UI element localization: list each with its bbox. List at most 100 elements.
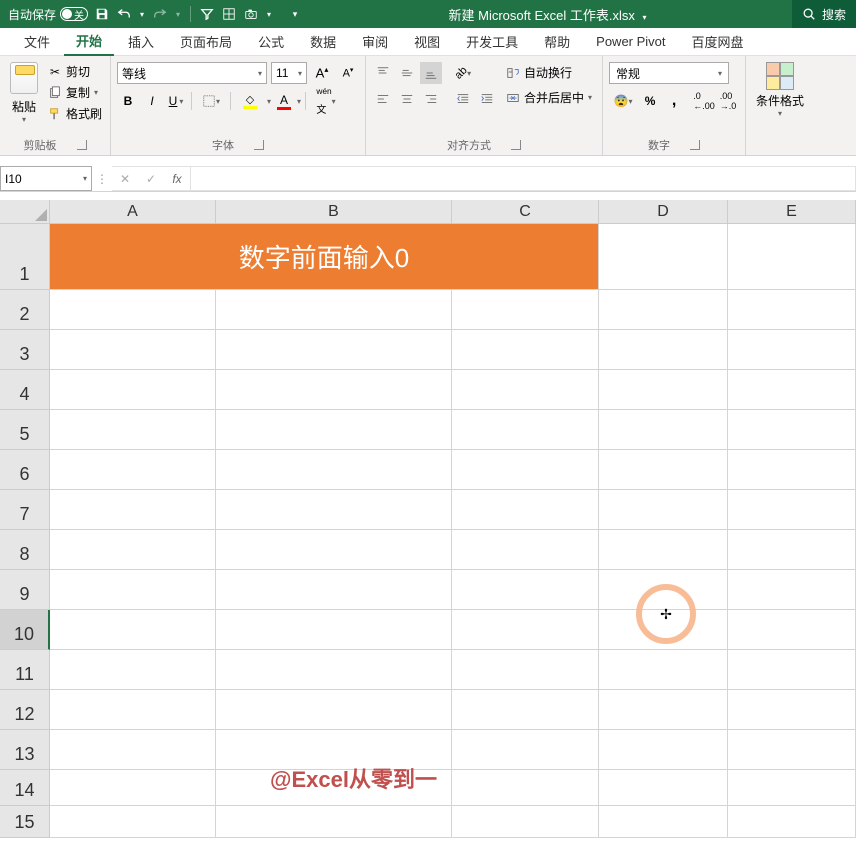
row-header-12[interactable]: 12 (0, 690, 50, 730)
cell-A11[interactable] (50, 650, 216, 690)
increase-font-button[interactable]: A▴ (311, 62, 333, 84)
cell-C10[interactable] (452, 610, 599, 650)
cell-D5[interactable] (599, 410, 728, 450)
format-painter-button[interactable]: 格式刷 (46, 104, 104, 123)
row-header-7[interactable]: 7 (0, 490, 50, 530)
cell-A15[interactable] (50, 806, 216, 838)
name-box[interactable]: I10 ▾ (0, 166, 92, 191)
fx-button[interactable]: fx (164, 167, 190, 191)
redo-icon[interactable] (152, 6, 168, 22)
tab-developer[interactable]: 开发工具 (454, 28, 530, 56)
border-icon[interactable] (221, 6, 237, 22)
tab-help[interactable]: 帮助 (532, 28, 582, 56)
formula-input[interactable] (191, 166, 856, 191)
tab-page-layout[interactable]: 页面布局 (168, 28, 244, 56)
cell-E2[interactable] (728, 290, 856, 330)
row-header-4[interactable]: 4 (0, 370, 50, 410)
cell-C9[interactable] (452, 570, 599, 610)
align-bottom-button[interactable] (420, 62, 442, 84)
accounting-dropdown-icon[interactable]: ▾ (629, 97, 633, 106)
cell-B3[interactable] (216, 330, 452, 370)
orientation-button[interactable]: ab▾ (452, 62, 474, 84)
border-button[interactable]: ▾ (196, 90, 226, 112)
save-icon[interactable] (94, 6, 110, 22)
align-top-button[interactable] (372, 62, 394, 84)
cell-B8[interactable] (216, 530, 452, 570)
cell-C8[interactable] (452, 530, 599, 570)
cell-E9[interactable] (728, 570, 856, 610)
clipboard-launcher[interactable] (77, 140, 87, 150)
font-size-dropdown-icon[interactable]: ▾ (298, 69, 302, 78)
tab-view[interactable]: 视图 (402, 28, 452, 56)
cell-B12[interactable] (216, 690, 452, 730)
filename-dropdown-icon[interactable]: ▾ (642, 13, 646, 22)
underline-dropdown-icon[interactable]: ▾ (179, 97, 183, 106)
cell-A14[interactable] (50, 770, 216, 806)
cell-C3[interactable] (452, 330, 599, 370)
autosave-toggle[interactable]: 自动保存 关 (8, 6, 88, 23)
row-header-13[interactable]: 13 (0, 730, 50, 770)
cell-E3[interactable] (728, 330, 856, 370)
tab-home[interactable]: 开始 (64, 28, 114, 56)
wrap-text-button[interactable]: ab 自动换行 (502, 62, 596, 83)
tab-review[interactable]: 审阅 (350, 28, 400, 56)
cell-B15[interactable] (216, 806, 452, 838)
column-header-A[interactable]: A (50, 200, 216, 224)
cell-A10[interactable] (50, 610, 216, 650)
merge-dropdown-icon[interactable]: ▾ (588, 93, 592, 102)
cell-C15[interactable] (452, 806, 599, 838)
cell-D14[interactable] (599, 770, 728, 806)
align-middle-button[interactable] (396, 62, 418, 84)
cell-D2[interactable] (599, 290, 728, 330)
cell-E13[interactable] (728, 730, 856, 770)
cell-E10[interactable] (728, 610, 856, 650)
cell-B2[interactable] (216, 290, 452, 330)
cell-A9[interactable] (50, 570, 216, 610)
cell-C12[interactable] (452, 690, 599, 730)
row-header-14[interactable]: 14 (0, 770, 50, 806)
cell-E15[interactable] (728, 806, 856, 838)
alignment-launcher[interactable] (511, 140, 521, 150)
accounting-format-button[interactable]: 😨▾ (609, 90, 637, 112)
copy-button[interactable]: 复制 ▾ (46, 83, 104, 102)
cell-D11[interactable] (599, 650, 728, 690)
cell-A2[interactable] (50, 290, 216, 330)
camera-dropdown-icon[interactable]: ▾ (265, 6, 273, 22)
cell-B4[interactable] (216, 370, 452, 410)
number-format-combo[interactable]: 常规 ▾ (609, 62, 729, 84)
cell-D8[interactable] (599, 530, 728, 570)
column-header-D[interactable]: D (599, 200, 728, 224)
tab-powerpivot[interactable]: Power Pivot (584, 28, 677, 56)
column-header-C[interactable]: C (452, 200, 599, 224)
conditional-format-button[interactable]: 条件格式 ▾ (750, 58, 810, 122)
cell-E8[interactable] (728, 530, 856, 570)
fill-color-dropdown-icon[interactable]: ▾ (267, 97, 271, 106)
column-header-E[interactable]: E (728, 200, 856, 224)
cell-A13[interactable] (50, 730, 216, 770)
align-center-button[interactable] (396, 88, 418, 110)
tab-formulas[interactable]: 公式 (246, 28, 296, 56)
qat-customize-icon[interactable]: ▾ (287, 6, 303, 22)
tab-data[interactable]: 数据 (298, 28, 348, 56)
cell-D10[interactable] (599, 610, 728, 650)
border-dropdown-icon[interactable]: ▾ (216, 97, 220, 106)
cell-B10[interactable] (216, 610, 452, 650)
undo-icon[interactable] (116, 6, 132, 22)
cell-A4[interactable] (50, 370, 216, 410)
row-header-11[interactable]: 11 (0, 650, 50, 690)
copy-dropdown-icon[interactable]: ▾ (94, 88, 98, 97)
cell-C6[interactable] (452, 450, 599, 490)
filter-icon[interactable] (199, 6, 215, 22)
undo-dropdown-icon[interactable]: ▾ (138, 6, 146, 22)
row-header-5[interactable]: 5 (0, 410, 50, 450)
cell-E4[interactable] (728, 370, 856, 410)
align-left-button[interactable] (372, 88, 394, 110)
increase-indent-button[interactable] (476, 88, 498, 110)
conditional-format-dropdown-icon[interactable]: ▾ (778, 109, 782, 118)
cell-D3[interactable] (599, 330, 728, 370)
cell-B11[interactable] (216, 650, 452, 690)
font-launcher[interactable] (254, 140, 264, 150)
merge-center-button[interactable]: 合并后居中 ▾ (502, 87, 596, 108)
toggle-switch[interactable]: 关 (60, 7, 88, 21)
formula-bar-grip[interactable]: ⋮ (92, 166, 112, 191)
